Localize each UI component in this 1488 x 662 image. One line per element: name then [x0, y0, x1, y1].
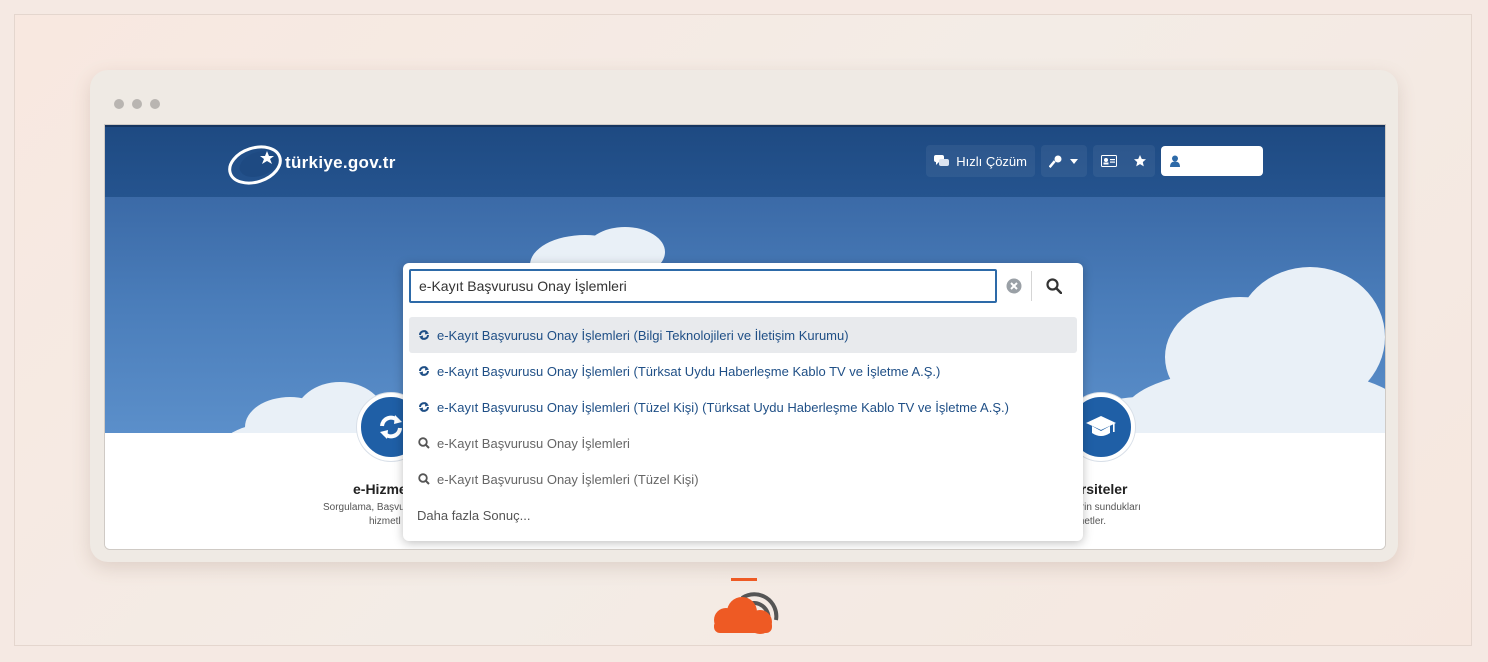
search-result-label: e-Kayıt Başvurusu Onay İşlemleri (Bilgi …	[437, 327, 849, 343]
more-results-link[interactable]: Daha fazla Sonuç...	[409, 497, 1077, 533]
id-card-icon	[1101, 155, 1117, 167]
login-button[interactable]	[1161, 146, 1263, 176]
search-suggestion-label: e-Kayıt Başvurusu Onay İşlemleri (Tüzel …	[437, 471, 699, 487]
quick-solution-label: Hızlı Çözüm	[956, 153, 1027, 169]
search-suggestion-item[interactable]: e-Kayıt Başvurusu Onay İşlemleri (Tüzel …	[409, 461, 1077, 497]
browser-window: türkiye.gov.tr Hızlı Çözüm e-Hizme Sorgu…	[90, 70, 1398, 562]
search-icon	[1046, 278, 1062, 294]
e-services-tile-title[interactable]: e-Hizme	[353, 481, 407, 497]
key-menu-button[interactable]	[1041, 145, 1087, 177]
browser-viewport: türkiye.gov.tr Hızlı Çözüm e-Hizme Sorgu…	[104, 124, 1386, 550]
search-result-label: e-Kayıt Başvurusu Onay İşlemleri (Tüzel …	[437, 399, 1009, 415]
search-suggestion-label: e-Kayıt Başvurusu Onay İşlemleri	[437, 435, 630, 451]
site-logo[interactable]: türkiye.gov.tr	[227, 141, 396, 185]
search-icon	[417, 437, 431, 449]
logo-text: türkiye.gov.tr	[285, 153, 396, 172]
refresh-icon	[380, 415, 402, 439]
search-result-item[interactable]: e-Kayıt Başvurusu Onay İşlemleri (Bilgi …	[409, 317, 1077, 353]
cloud-signal-logo	[704, 576, 784, 641]
user-icon	[1170, 155, 1180, 167]
refresh-icon	[417, 401, 431, 413]
search-suggestion-item[interactable]: e-Kayıt Başvurusu Onay İşlemleri	[409, 425, 1077, 461]
search-icon	[417, 473, 431, 485]
e-services-tile-desc-2: hizmetl	[369, 516, 401, 527]
quick-solution-button[interactable]: Hızlı Çözüm	[926, 145, 1035, 177]
header-actions: Hızlı Çözüm	[926, 145, 1263, 177]
crescent-star-icon	[228, 145, 282, 185]
cloud-signal-icon	[714, 578, 779, 634]
search-result-label: e-Kayıt Başvurusu Onay İşlemleri (Türksa…	[437, 363, 941, 379]
e-services-tile-desc-1: Sorgulama, Başvu	[323, 502, 405, 513]
site-header: türkiye.gov.tr Hızlı Çözüm	[105, 125, 1385, 199]
refresh-icon	[417, 329, 431, 341]
window-controls	[114, 99, 160, 109]
graduation-cap-icon	[1086, 416, 1116, 436]
search-panel: e-Kayıt Başvurusu Onay İşlemleri (Bilgi …	[403, 263, 1083, 541]
search-input[interactable]	[409, 269, 997, 303]
search-result-item[interactable]: e-Kayıt Başvurusu Onay İşlemleri (Türksa…	[409, 353, 1077, 389]
window-dot-maximize[interactable]	[150, 99, 160, 109]
chat-bubbles-icon	[934, 155, 950, 166]
universities-tile-desc-1: lerin sundukları	[1073, 502, 1141, 513]
window-dot-close[interactable]	[114, 99, 124, 109]
window-dot-minimize[interactable]	[132, 99, 142, 109]
star-icon	[1134, 155, 1146, 167]
refresh-icon	[417, 365, 431, 377]
key-icon	[1049, 155, 1062, 168]
clear-circle-icon	[1006, 278, 1022, 294]
id-card-button[interactable]	[1093, 145, 1155, 177]
search-result-item[interactable]: e-Kayıt Başvurusu Onay İşlemleri (Tüzel …	[409, 389, 1077, 425]
chevron-down-icon	[1070, 159, 1078, 164]
search-results-list: e-Kayıt Başvurusu Onay İşlemleri (Bilgi …	[409, 317, 1077, 533]
clear-search-button[interactable]	[1003, 275, 1025, 297]
search-separator	[1031, 271, 1032, 301]
search-submit-button[interactable]	[1041, 273, 1067, 299]
